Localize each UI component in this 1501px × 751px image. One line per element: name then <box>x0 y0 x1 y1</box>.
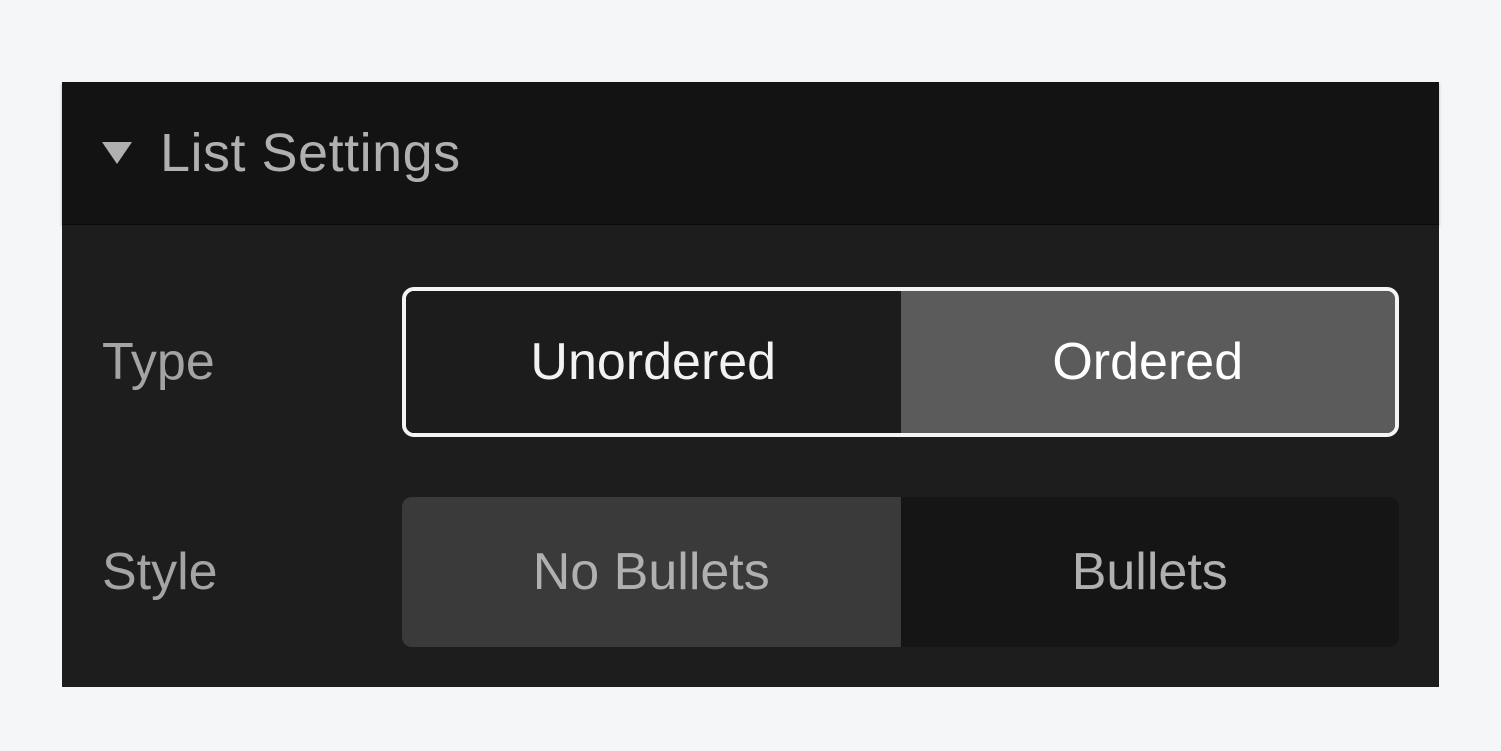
type-option-unordered[interactable]: Unordered <box>406 291 901 433</box>
panel-body: Type Unordered Ordered Style No Bullets … <box>62 225 1439 687</box>
list-settings-panel: List Settings Type Unordered Ordered Sty… <box>62 82 1439 663</box>
style-option-bullets[interactable]: Bullets <box>901 497 1400 647</box>
type-label: Type <box>102 332 402 392</box>
panel-header[interactable]: List Settings <box>62 82 1439 225</box>
panel-title: List Settings <box>160 122 461 184</box>
type-segmented-control: Unordered Ordered <box>402 287 1399 437</box>
chevron-down-icon <box>102 142 132 164</box>
type-option-ordered[interactable]: Ordered <box>901 291 1396 433</box>
row-type: Type Unordered Ordered <box>102 287 1399 437</box>
style-option-no-bullets[interactable]: No Bullets <box>402 497 901 647</box>
style-segmented-control: No Bullets Bullets <box>402 497 1399 647</box>
style-label: Style <box>102 542 402 602</box>
row-style: Style No Bullets Bullets <box>102 497 1399 647</box>
